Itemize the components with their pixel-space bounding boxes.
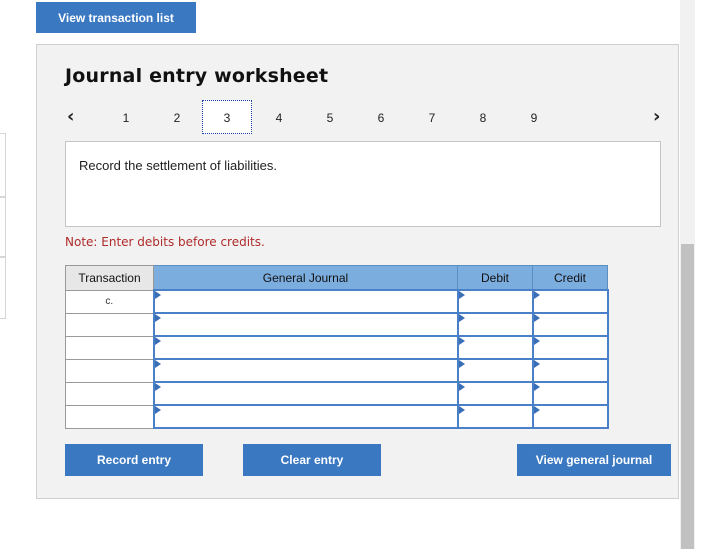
transaction-cell: c. [65,289,154,314]
chevron-left-icon[interactable]: ‹ [67,106,74,127]
table-row [65,358,609,383]
debit-input[interactable] [456,289,534,314]
transaction-cell [65,335,154,360]
account-input[interactable] [152,358,459,383]
table-row [65,381,609,406]
debit-input[interactable] [456,312,534,337]
debit-input[interactable] [456,381,534,406]
header-transaction: Transaction [65,265,154,291]
header-debit: Debit [457,265,533,291]
scrollbar[interactable] [680,0,695,549]
scrollbar-thumb[interactable] [681,244,694,549]
header-credit: Credit [532,265,608,291]
account-input[interactable] [152,335,459,360]
step-6[interactable]: 6 [371,111,391,125]
left-edge-panel [0,197,6,257]
view-general-journal-button[interactable]: View general journal [517,444,671,476]
left-edge-panel [0,257,6,319]
journal-table: Transaction General Journal Debit Credit… [65,265,609,429]
step-navigation: ‹ 1 2 3 4 5 6 7 8 9 › [37,100,680,134]
clear-entry-button[interactable]: Clear entry [243,444,381,476]
step-5[interactable]: 5 [320,111,340,125]
step-1[interactable]: 1 [116,111,136,125]
record-entry-button[interactable]: Record entry [65,444,203,476]
note-text: Note: Enter debits before credits. [65,235,265,249]
step-3-active[interactable]: 3 [202,100,252,134]
credit-input[interactable] [531,312,609,337]
account-input[interactable] [152,289,459,314]
transaction-cell [65,381,154,406]
step-7[interactable]: 7 [422,111,442,125]
credit-input[interactable] [531,358,609,383]
instruction-text: Record the settlement of liabilities. [79,158,277,173]
account-input[interactable] [152,404,459,429]
transaction-cell [65,404,154,429]
left-edge-panel [0,133,6,197]
worksheet-title: Journal entry worksheet [65,65,329,87]
header-general-journal: General Journal [153,265,458,291]
view-transaction-list-button[interactable]: View transaction list [36,2,196,33]
instruction-box: Record the settlement of liabilities. [65,141,661,227]
debit-input[interactable] [456,404,534,429]
table-row [65,335,609,360]
transaction-cell [65,312,154,337]
account-input[interactable] [152,381,459,406]
journal-entry-worksheet-panel: Journal entry worksheet ‹ 1 2 3 4 5 6 7 … [36,44,679,499]
step-2[interactable]: 2 [167,111,187,125]
transaction-cell [65,358,154,383]
chevron-right-icon[interactable]: › [653,106,660,127]
table-row [65,404,609,429]
debit-input[interactable] [456,335,534,360]
table-row [65,312,609,337]
account-input[interactable] [152,312,459,337]
credit-input[interactable] [531,381,609,406]
credit-input[interactable] [531,404,609,429]
table-row: c. [65,289,609,314]
step-4[interactable]: 4 [269,111,289,125]
step-8[interactable]: 8 [473,111,493,125]
debit-input[interactable] [456,358,534,383]
step-9[interactable]: 9 [524,111,544,125]
credit-input[interactable] [531,289,609,314]
credit-input[interactable] [531,335,609,360]
